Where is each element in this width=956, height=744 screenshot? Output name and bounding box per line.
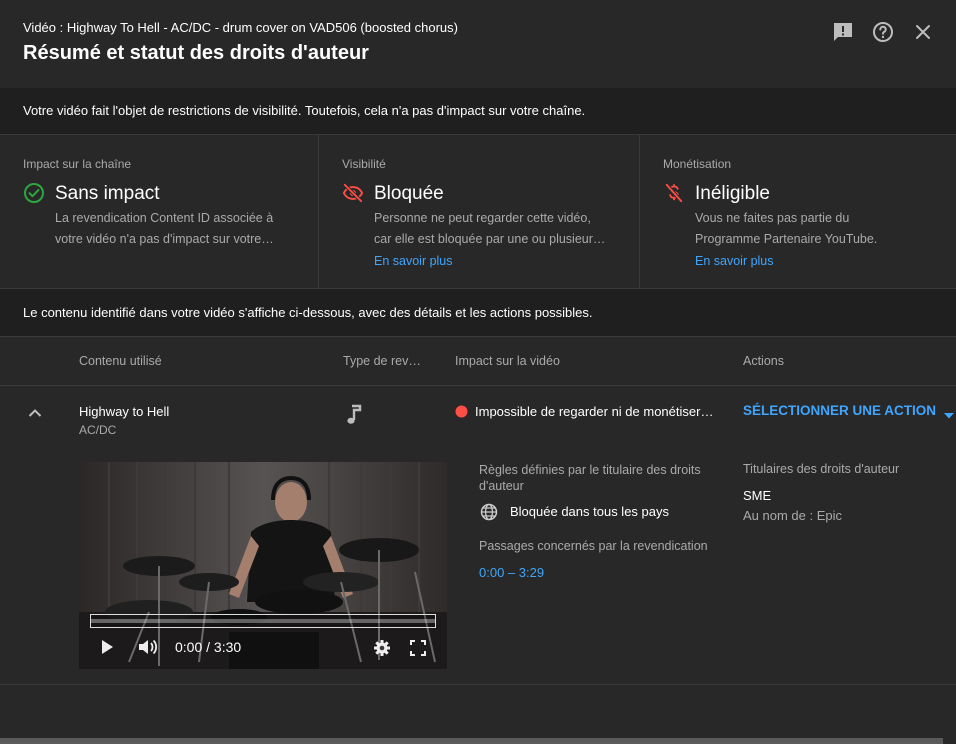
monetization-learn-more-link[interactable]: En savoir plus bbox=[695, 254, 774, 268]
channel-impact-value: Sans impact bbox=[55, 183, 160, 204]
visibility-desc-line: car elle est bloquée par une ou plusieur… bbox=[374, 232, 606, 246]
help-icon[interactable] bbox=[871, 20, 895, 44]
money-off-icon bbox=[663, 182, 685, 204]
table-row: Highway to Hell AC/DC Impossible de rega… bbox=[0, 386, 956, 685]
dropdown-arrow-icon[interactable] bbox=[943, 407, 955, 419]
column-header-actions: Actions bbox=[743, 354, 784, 368]
restriction-notice-text: Votre vidéo fait l'objet de restrictions… bbox=[23, 103, 586, 118]
video-title: Vidéo : Highway To Hell - AC/DC - drum c… bbox=[23, 20, 458, 35]
visibility-description: Personne ne peut regarder cette vidéo, c… bbox=[374, 208, 606, 250]
feedback-icon[interactable] bbox=[831, 20, 855, 44]
channel-impact-label: Impact sur la chaîne bbox=[23, 157, 132, 171]
play-icon[interactable] bbox=[99, 638, 115, 656]
visibility-desc-line: Personne ne peut regarder cette vidéo, bbox=[374, 211, 591, 225]
owner-name: SME bbox=[743, 488, 772, 503]
fullscreen-icon[interactable] bbox=[410, 640, 426, 656]
visibility-card: Visibilité Bloquée Personne ne peut rega… bbox=[318, 135, 639, 288]
visibility-off-icon bbox=[342, 182, 364, 204]
monetization-desc-line: Vous ne faites pas partie du bbox=[695, 211, 850, 225]
owner-on-behalf: Au nom de : Epic bbox=[743, 508, 842, 523]
video-frame bbox=[79, 462, 447, 669]
channel-impact-desc-line: votre vidéo n'a pas d'impact sur votre… bbox=[55, 232, 274, 246]
rules-label-line: Règles définies par le titulaire des dro… bbox=[479, 463, 701, 477]
monetization-description: Vous ne faites pas partie du Programme P… bbox=[695, 208, 927, 250]
globe-icon bbox=[480, 503, 498, 521]
restriction-notice: Votre vidéo fait l'objet de restrictions… bbox=[0, 88, 956, 135]
visibility-value: Bloquée bbox=[374, 183, 444, 204]
volume-icon[interactable] bbox=[137, 637, 159, 657]
rules-label: Règles définies par le titulaire des dro… bbox=[479, 462, 701, 494]
select-action-button[interactable]: SÉLECTIONNER UNE ACTION bbox=[743, 403, 936, 418]
dialog-title: Résumé et statut des droits d'auteur bbox=[23, 42, 369, 64]
video-player[interactable]: 0:00 / 3:30 bbox=[79, 462, 447, 669]
monetization-label: Monétisation bbox=[663, 157, 732, 171]
column-header-impact: Impact sur la vidéo bbox=[455, 354, 560, 368]
status-summary: Impact sur la chaîne Sans impact La reve… bbox=[0, 135, 956, 289]
song-title: Highway to Hell bbox=[79, 404, 170, 419]
progress-track bbox=[91, 619, 435, 623]
settings-icon[interactable] bbox=[373, 639, 391, 657]
dialog-header: Vidéo : Highway To Hell - AC/DC - drum c… bbox=[0, 0, 956, 88]
column-header-claim-type: Type de reve… bbox=[343, 354, 427, 368]
claim-impact-text: Impossible de regarder ni de monétiser… bbox=[475, 404, 714, 419]
claim-segment-link[interactable]: 0:00 – 3:29 bbox=[479, 565, 544, 580]
rules-label-line: d'auteur bbox=[479, 479, 524, 493]
check-circle-icon bbox=[23, 182, 45, 204]
visibility-learn-more-link[interactable]: En savoir plus bbox=[374, 254, 453, 268]
monetization-desc-line: Programme Partenaire YouTube. bbox=[695, 232, 878, 246]
visibility-label: Visibilité bbox=[342, 157, 386, 171]
owners-label: Titulaires des droits d'auteur bbox=[743, 462, 900, 476]
segments-label: Passages concernés par la revendication bbox=[479, 539, 708, 553]
chevron-up-icon[interactable] bbox=[25, 403, 45, 423]
channel-impact-description: La revendication Content ID associée à v… bbox=[55, 208, 287, 250]
claims-table-header: Contenu utilisé Type de reve… Impact sur… bbox=[0, 337, 956, 386]
identified-content-info-text: Le contenu identifié dans votre vidéo s'… bbox=[23, 305, 593, 320]
rule-blocked-all-countries: Bloquée dans tous les pays bbox=[510, 504, 669, 519]
progress-bar[interactable] bbox=[90, 614, 436, 628]
monetization-value: Inéligible bbox=[695, 183, 770, 204]
monetization-card: Monétisation Inéligible Vous ne faites p… bbox=[639, 135, 956, 288]
column-header-content: Contenu utilisé bbox=[79, 354, 162, 368]
music-note-icon bbox=[345, 404, 363, 426]
horizontal-scrollbar[interactable] bbox=[0, 738, 943, 744]
channel-impact-desc-line: La revendication Content ID associée à bbox=[55, 211, 274, 225]
identified-content-info: Le contenu identifié dans votre vidéo s'… bbox=[0, 289, 956, 337]
error-dot-icon bbox=[455, 405, 468, 418]
song-artist: AC/DC bbox=[79, 423, 117, 437]
close-icon[interactable] bbox=[911, 20, 935, 44]
channel-impact-card: Impact sur la chaîne Sans impact La reve… bbox=[0, 135, 318, 288]
player-time: 0:00 / 3:30 bbox=[175, 639, 242, 655]
